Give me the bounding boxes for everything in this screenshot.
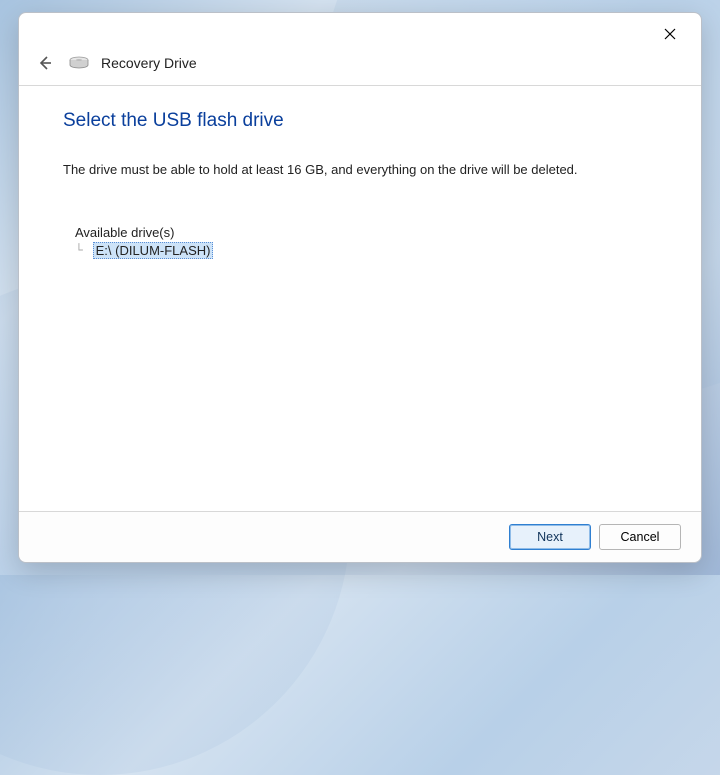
next-button[interactable]: Next bbox=[509, 524, 591, 550]
back-button[interactable] bbox=[33, 51, 57, 75]
close-button[interactable] bbox=[649, 19, 691, 49]
drive-icon bbox=[69, 56, 89, 70]
recovery-drive-wizard-window: Recovery Drive Select the USB flash driv… bbox=[18, 12, 702, 563]
content-area: Select the USB flash drive The drive mus… bbox=[19, 86, 701, 511]
wizard-header: Recovery Drive bbox=[19, 51, 701, 86]
wizard-title: Recovery Drive bbox=[101, 55, 197, 71]
back-arrow-icon bbox=[37, 55, 53, 71]
tree-connector-icon: └ bbox=[75, 243, 91, 258]
drive-entry[interactable]: E:\ (DILUM-FLASH) bbox=[93, 242, 214, 259]
wizard-footer: Next Cancel bbox=[19, 511, 701, 562]
page-heading: Select the USB flash drive bbox=[63, 110, 657, 132]
close-icon bbox=[664, 28, 676, 40]
titlebar bbox=[19, 13, 701, 51]
instruction-text: The drive must be able to hold at least … bbox=[63, 162, 657, 177]
list-item[interactable]: └ E:\ (DILUM-FLASH) bbox=[75, 242, 657, 259]
cancel-button[interactable]: Cancel bbox=[599, 524, 681, 550]
drives-tree: └ E:\ (DILUM-FLASH) bbox=[63, 242, 657, 259]
available-drives-label: Available drive(s) bbox=[63, 225, 657, 240]
